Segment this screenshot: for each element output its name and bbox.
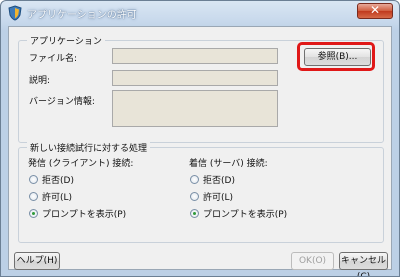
incoming-title: 着信 (サーバ) 接続: xyxy=(189,159,268,169)
outgoing-deny-label[interactable]: 拒否(D) xyxy=(42,173,74,186)
description-field xyxy=(112,70,278,86)
outgoing-prompt-radio[interactable] xyxy=(29,209,38,218)
incoming-deny-label[interactable]: 拒否(D) xyxy=(203,173,235,186)
outgoing-prompt-label[interactable]: プロンプトを表示(P) xyxy=(42,207,126,220)
help-button[interactable]: ヘルプ(H) xyxy=(14,252,60,270)
version-label: バージョン情報: xyxy=(29,97,95,107)
incoming-prompt-radio[interactable] xyxy=(190,209,199,218)
close-button[interactable]: ✕ xyxy=(357,3,393,19)
ok-button: OK(O) xyxy=(291,252,334,270)
application-group-title: アプリケーション xyxy=(27,34,105,47)
cancel-button[interactable]: キャンセル(C) xyxy=(339,252,388,276)
outgoing-allow-label[interactable]: 許可(L) xyxy=(42,190,72,203)
close-icon: ✕ xyxy=(369,3,381,17)
incoming-allow-label[interactable]: 許可(L) xyxy=(203,190,233,203)
version-field xyxy=(112,90,278,127)
file-name-field xyxy=(112,48,278,64)
security-shield-icon xyxy=(7,5,23,21)
title-bar[interactable]: アプリケーションの許可 ✕ xyxy=(1,1,399,25)
outgoing-allow-radio[interactable] xyxy=(29,192,38,201)
description-label: 説明: xyxy=(29,76,51,86)
incoming-prompt-label[interactable]: プロンプトを表示(P) xyxy=(203,207,287,220)
dialog-window: アプリケーションの許可 ✕ アプリケーション ファイル名: 参照(B)... 説… xyxy=(0,0,400,277)
window-title: アプリケーションの許可 xyxy=(27,10,137,21)
incoming-deny-radio[interactable] xyxy=(190,175,199,184)
incoming-allow-radio[interactable] xyxy=(190,192,199,201)
outgoing-title: 発信 (クライアント) 接続: xyxy=(28,159,134,169)
connection-group-title: 新しい接続試行に対する処理 xyxy=(27,141,151,154)
outgoing-deny-radio[interactable] xyxy=(29,175,38,184)
browse-highlight-annotation xyxy=(297,42,375,71)
file-name-label: ファイル名: xyxy=(29,54,78,64)
